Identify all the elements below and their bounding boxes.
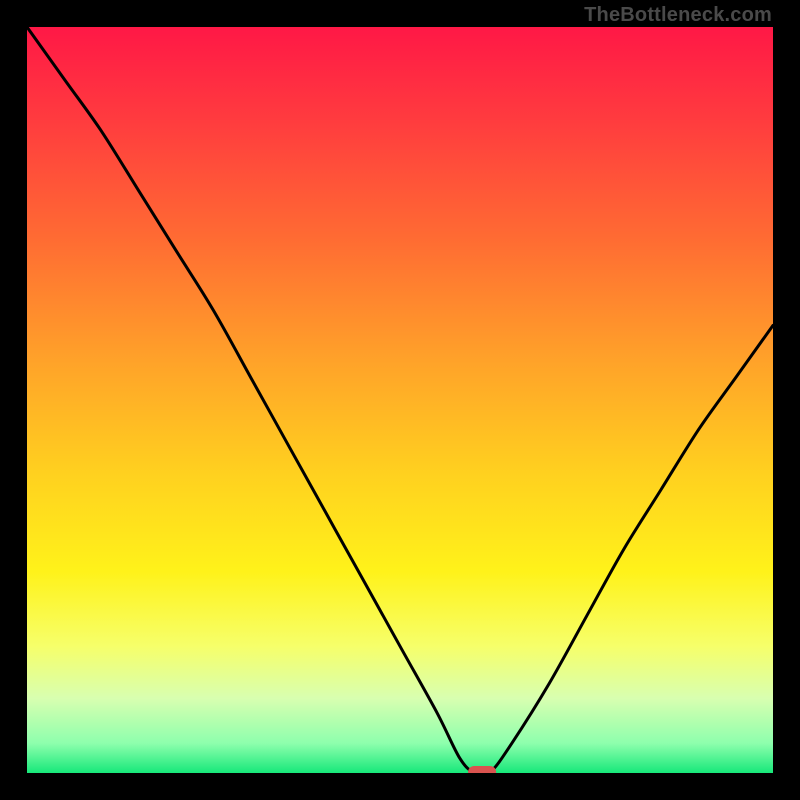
optimum-marker <box>468 766 496 773</box>
watermark-text: TheBottleneck.com <box>584 4 772 27</box>
plot-svg <box>27 27 773 773</box>
gradient-background <box>27 27 773 773</box>
bottleneck-chart <box>27 27 773 773</box>
